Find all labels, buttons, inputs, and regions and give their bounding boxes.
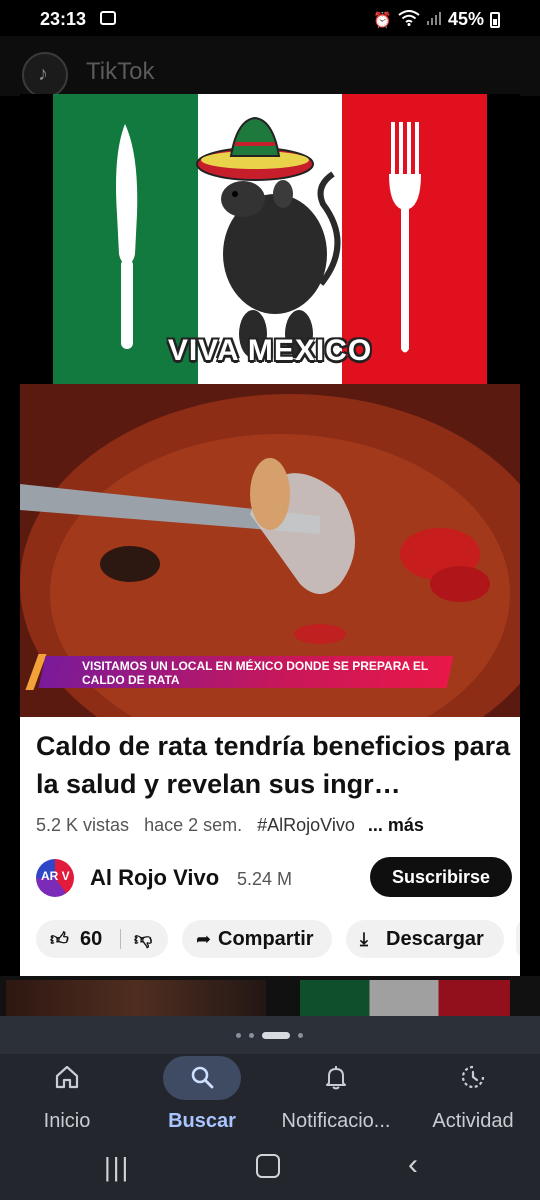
fork-icon [389, 122, 421, 353]
lower-third-text: VISITAMOS UN LOCAL EN MÉXICO DONDE SE PR… [82, 659, 429, 687]
nav-label: Buscar [168, 1110, 236, 1132]
sombrero-icon [196, 116, 314, 181]
viva-mexico-banner: VIVA MEXICO [167, 334, 373, 367]
subscriber-count: 5.24 M [237, 869, 293, 889]
page-indicator [0, 1030, 540, 1040]
pill-divider [120, 929, 121, 949]
thumbnail-preview[interactable] [6, 980, 266, 1016]
download-icon: ⤓ [360, 929, 368, 949]
subscribe-button[interactable]: Suscribirse [370, 857, 512, 897]
thumbnail-preview[interactable] [300, 980, 510, 1016]
bottom-nav: Inicio Buscar Notificacio... Actividad [0, 1054, 540, 1134]
hashtag-link[interactable]: #AlRojoVivo [257, 815, 355, 835]
view-count: 5.2 K vistas [36, 815, 130, 835]
alarm-icon: ⏰ [373, 11, 392, 29]
signal-icon [426, 10, 442, 30]
page-dot [236, 1033, 241, 1038]
home-button-icon[interactable] [256, 1154, 280, 1178]
flag-thumbnail: VIVA MEXICO [20, 94, 520, 384]
download-button[interactable]: ⤓ Descargar [346, 920, 504, 958]
page-dot [249, 1033, 254, 1038]
thumbnail-strip [0, 976, 540, 1016]
nav-label: Actividad [432, 1110, 514, 1132]
video-info: Caldo de rata tendría beneficios para la… [20, 717, 520, 976]
knife-icon [116, 124, 138, 349]
recents-icon[interactable]: ||| [104, 1152, 130, 1183]
action-row: 👍︎ 60 👎︎ ➦ Compartir ⤓ Descargar [36, 920, 520, 958]
activity-icon [416, 1064, 530, 1097]
search-icon [146, 1064, 258, 1097]
video-card[interactable]: VIVA MEXICO VISITAMOS UN LOCAL EN MÉXICO… [20, 94, 520, 976]
nav-item-notificaciones[interactable]: Notificacio... [266, 1054, 406, 1134]
download-label: Descargar [386, 928, 484, 950]
nav-item-buscar[interactable]: Buscar [146, 1054, 258, 1134]
video-title[interactable]: Caldo de rata tendría beneficios para la… [36, 727, 512, 803]
nav-label: Inicio [43, 1110, 91, 1132]
status-bar: 23:13 ⏰ 45% [0, 0, 540, 36]
channel-name[interactable]: Al Rojo Vivo [90, 865, 219, 891]
upload-age: hace 2 sem. [144, 815, 243, 835]
channel-row: AR V Al Rojo Vivo 5.24 M Suscribirse [36, 857, 512, 899]
share-label: Compartir [218, 928, 314, 950]
video-frame[interactable]: VISITAMOS UN LOCAL EN MÉXICO DONDE SE PR… [20, 384, 520, 717]
thumbs-up-icon[interactable]: 👍︎ [50, 920, 69, 958]
tiktok-logo-icon: ♪ [22, 52, 68, 98]
nav-item-inicio[interactable]: Inicio [10, 1054, 124, 1134]
like-dislike-pill: 👍︎ 60 👎︎ [36, 920, 168, 958]
home-icon [10, 1064, 124, 1097]
channel-avatar[interactable]: AR V [36, 859, 74, 897]
video-meta: 5.2 K vistas hace 2 sem. #AlRojoVivo ...… [36, 815, 424, 836]
system-nav-bar: ||| ‹ [0, 1134, 540, 1200]
share-button[interactable]: ➦ Compartir [182, 920, 332, 958]
wifi-icon [398, 9, 420, 30]
share-icon: ➦ [196, 929, 212, 949]
image-icon [100, 11, 116, 25]
more-link[interactable]: ... más [368, 815, 424, 835]
bell-icon [266, 1064, 406, 1097]
rat-icon [221, 171, 341, 358]
nav-label: Notificacio... [281, 1110, 391, 1132]
battery-icon [490, 11, 500, 28]
mexico-flag: VIVA MEXICO [53, 94, 487, 384]
like-count[interactable]: 60 [80, 920, 102, 958]
more-actions-button[interactable] [516, 920, 520, 958]
back-icon[interactable]: ‹ [408, 1148, 418, 1182]
nav-item-actividad[interactable]: Actividad [416, 1054, 530, 1134]
page-dot [298, 1033, 303, 1038]
status-time: 23:13 [40, 9, 87, 29]
battery-percent: 45% [447, 9, 484, 29]
thumbs-down-icon[interactable]: 👎︎ [134, 920, 152, 958]
page-dot-active [262, 1032, 290, 1039]
status-indicators: ⏰ 45% [373, 9, 500, 30]
app-title: TikTok [86, 58, 155, 85]
app-header [0, 36, 540, 96]
